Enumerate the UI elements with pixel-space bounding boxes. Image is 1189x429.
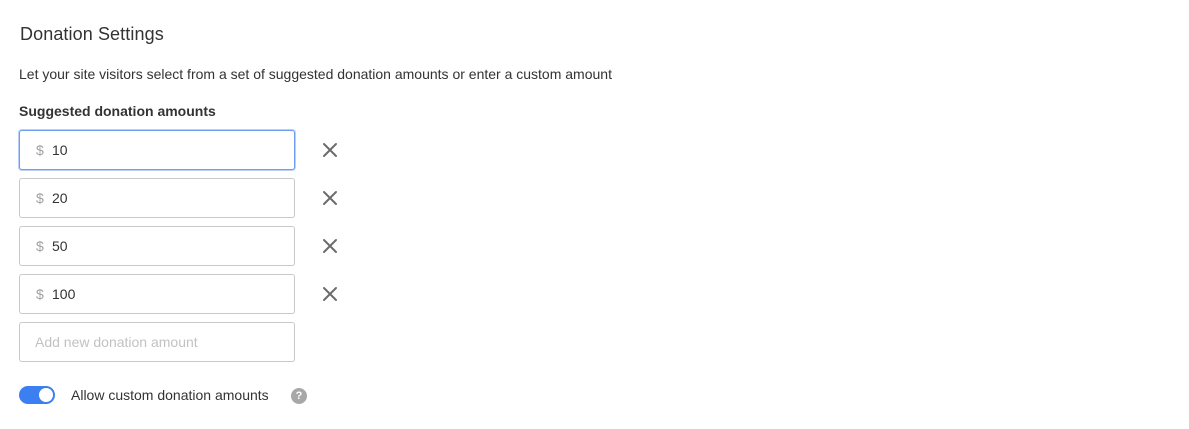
amount-row: $ xyxy=(19,130,349,170)
close-icon[interactable] xyxy=(321,237,339,255)
custom-amount-toggle[interactable] xyxy=(19,386,55,404)
custom-amount-toggle-label: Allow custom donation amounts xyxy=(71,387,269,403)
section-description: Let your site visitors select from a set… xyxy=(19,66,612,82)
amount-input[interactable] xyxy=(52,179,282,217)
currency-symbol: $ xyxy=(36,190,44,206)
close-icon[interactable] xyxy=(321,189,339,207)
amount-input[interactable] xyxy=(52,275,282,313)
currency-symbol: $ xyxy=(36,238,44,254)
close-icon[interactable] xyxy=(321,141,339,159)
toggle-knob xyxy=(39,388,53,402)
close-icon[interactable] xyxy=(321,285,339,303)
currency-symbol: $ xyxy=(36,286,44,302)
amount-field[interactable]: $ xyxy=(19,274,295,314)
amount-field[interactable]: $ xyxy=(19,130,295,170)
new-donation-amount-input[interactable] xyxy=(35,323,285,361)
new-donation-amount-field[interactable] xyxy=(19,322,295,362)
section-title: Donation Settings xyxy=(20,24,164,44)
question-mark-icon[interactable]: ? xyxy=(291,388,307,404)
amount-row: $ xyxy=(19,274,349,314)
amount-input[interactable] xyxy=(52,131,282,169)
amount-input[interactable] xyxy=(52,227,282,265)
amount-row: $ xyxy=(19,226,349,266)
suggested-amounts-label: Suggested donation amounts xyxy=(19,103,216,119)
currency-symbol: $ xyxy=(36,142,44,158)
amount-field[interactable]: $ xyxy=(19,178,295,218)
amount-field[interactable]: $ xyxy=(19,226,295,266)
amount-row: $ xyxy=(19,178,349,218)
